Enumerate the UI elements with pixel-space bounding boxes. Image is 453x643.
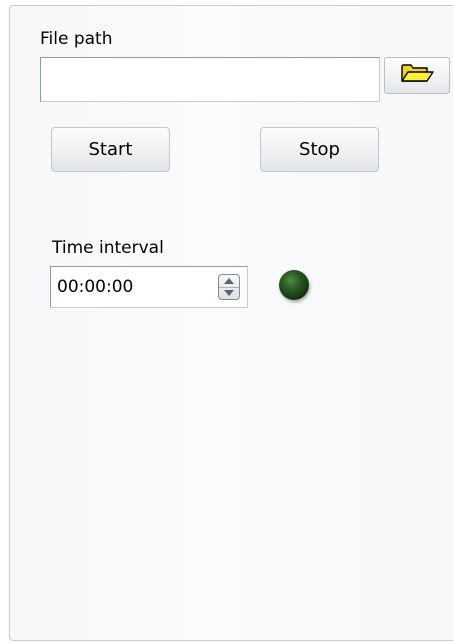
time-interval-field[interactable]: 00:00:00: [50, 266, 248, 308]
time-interval-value[interactable]: 00:00:00: [57, 267, 133, 307]
folder-open-icon: [400, 62, 434, 89]
browse-folder-button[interactable]: [384, 57, 450, 94]
arrow-up-icon: [224, 278, 234, 284]
start-button-label: Start: [88, 139, 133, 160]
up-down-spinner-icon[interactable]: [218, 274, 240, 300]
stop-button-label: Stop: [299, 139, 340, 160]
decrement-button[interactable]: [219, 287, 239, 299]
stop-button[interactable]: Stop: [260, 127, 379, 172]
file-path-input[interactable]: [40, 57, 380, 102]
start-button[interactable]: Start: [51, 127, 170, 172]
time-interval-label: Time interval: [52, 238, 164, 258]
file-path-label: File path: [40, 29, 113, 49]
status-led-indicator: [279, 270, 309, 300]
arrow-down-icon: [224, 290, 234, 296]
